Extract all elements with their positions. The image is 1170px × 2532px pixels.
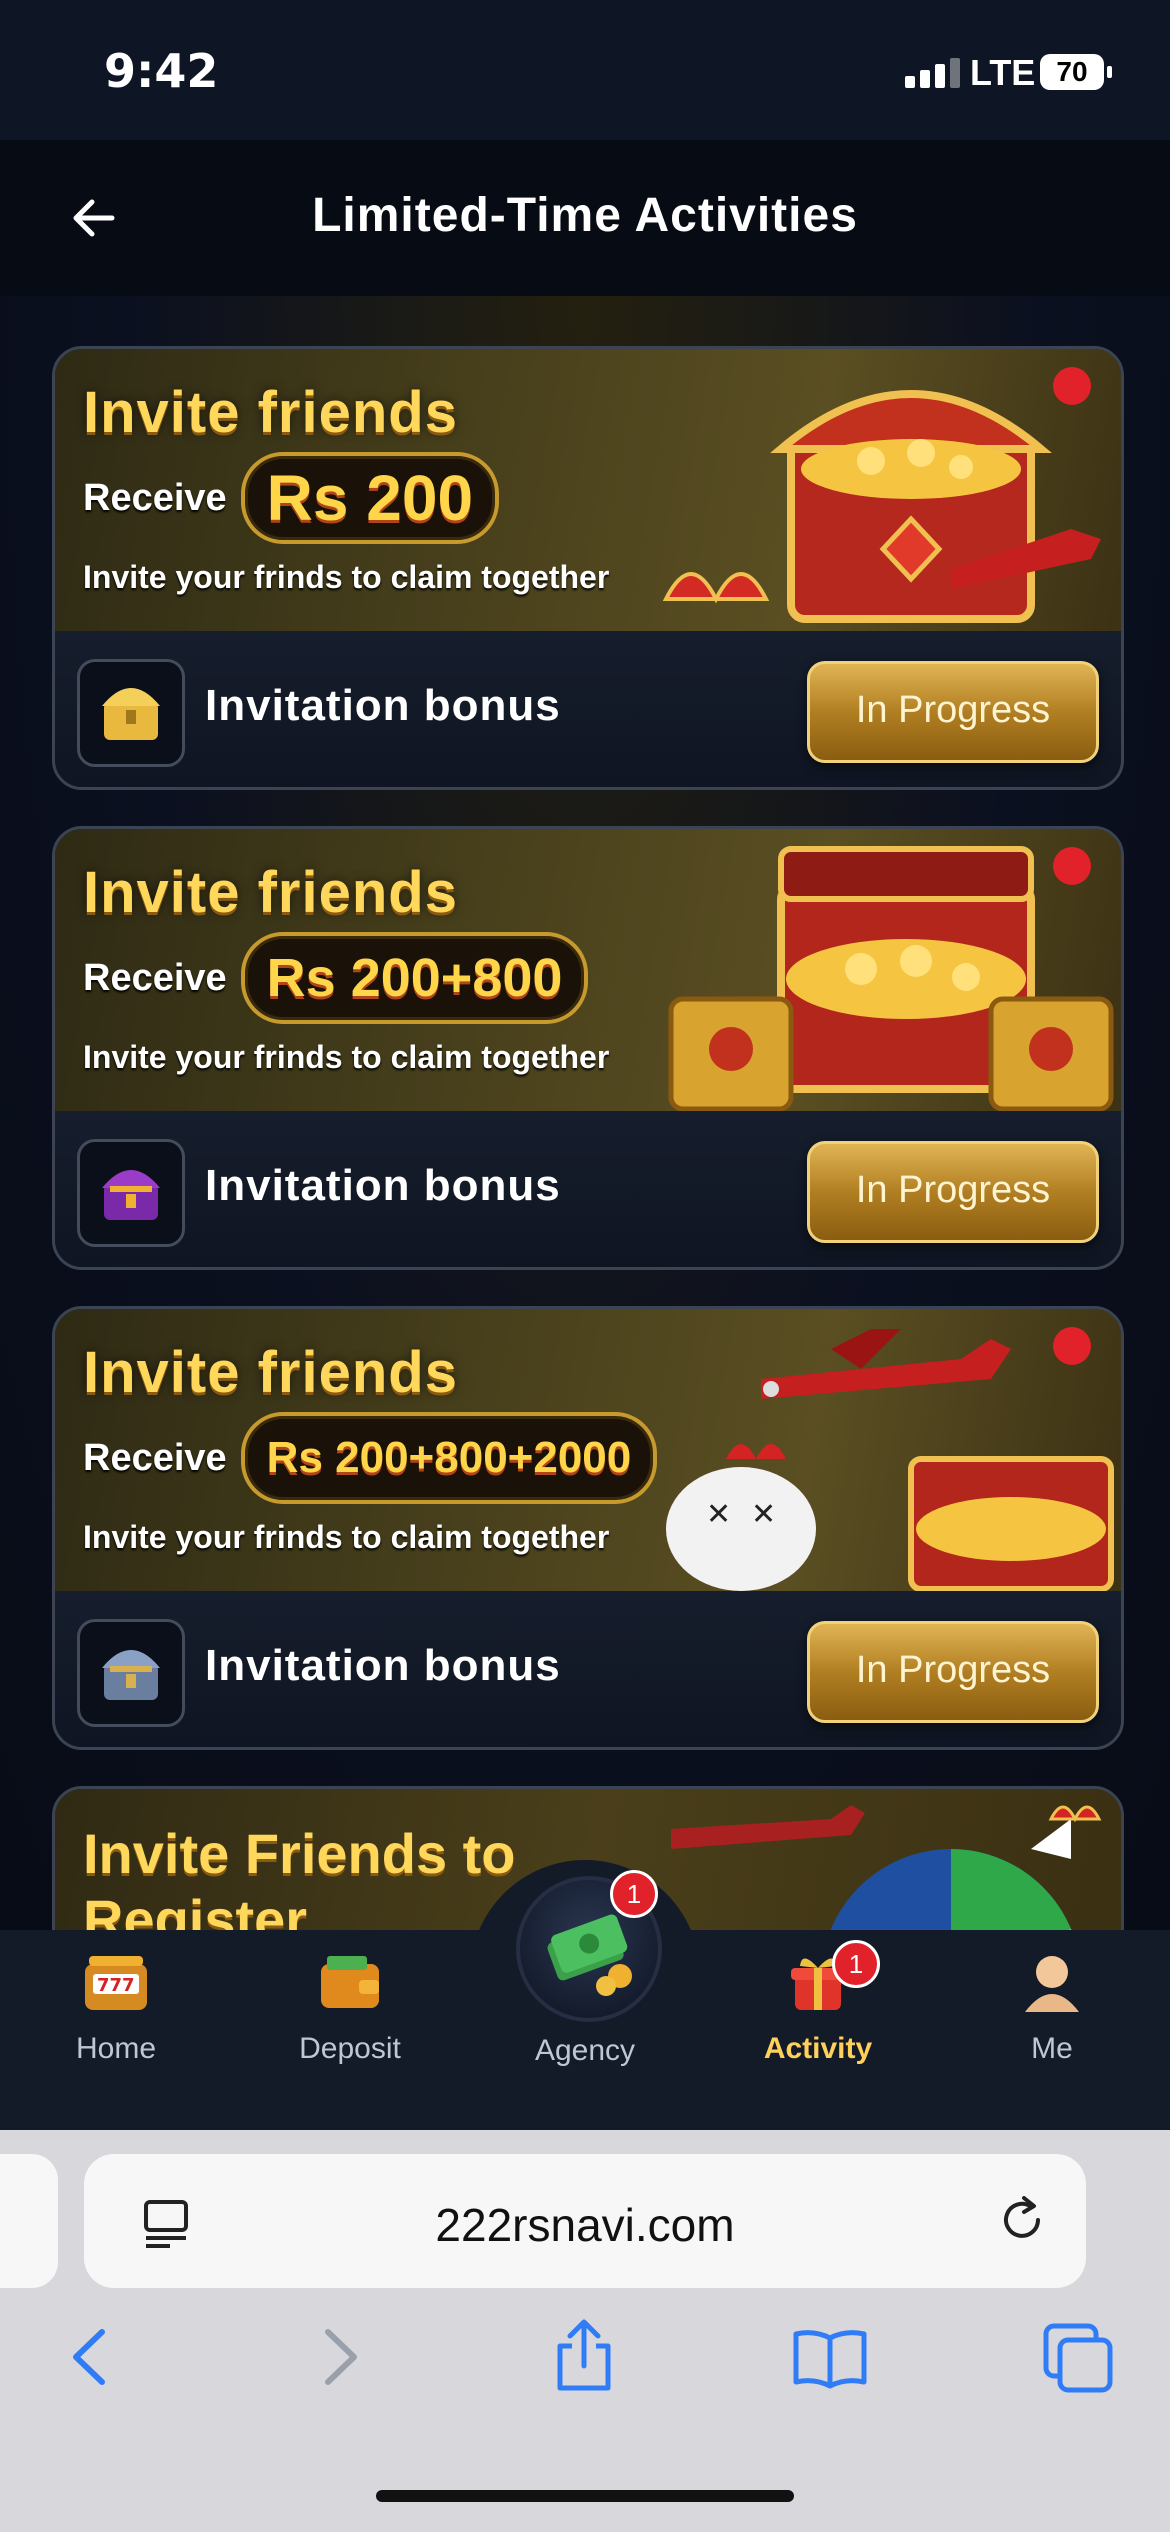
in-progress-button[interactable]: In Progress (807, 1621, 1099, 1723)
browser-back-icon[interactable] (62, 2322, 118, 2392)
url-text: 222rsnavi.com (435, 2199, 735, 2251)
banner-subtitle: Invite your frinds to claim together (83, 559, 610, 595)
reward-amount: Rs 200+800+2000 (266, 1433, 632, 1482)
receive-label: Receive (83, 1436, 227, 1479)
tab-label: Home (75, 2032, 157, 2065)
in-progress-button[interactable]: In Progress (807, 661, 1099, 763)
wallet-icon (321, 1956, 379, 2008)
activity-card[interactable]: Invite friends Receive Rs 200 Invite you… (52, 346, 1124, 790)
agency-badge: 1 (610, 1870, 658, 1918)
activity-card[interactable]: Invite friends Receive Rs 200+800 Invite… (52, 826, 1124, 1270)
in-progress-button[interactable]: In Progress (807, 1141, 1099, 1243)
share-icon[interactable] (548, 2316, 620, 2396)
svg-text:777: 777 (97, 1975, 135, 1996)
svg-text:✕: ✕ (706, 1497, 731, 1532)
reward-amount-pill: Rs 200 (240, 452, 500, 544)
banner-title: Invite friends (83, 860, 458, 925)
tab-activity[interactable]: Activity (728, 1950, 908, 2066)
tab-label: Activity (763, 2032, 873, 2065)
reward-amount-pill: Rs 200+800 (240, 932, 589, 1024)
reward-amount-pill: Rs 200+800+2000 (240, 1412, 658, 1504)
activity-banner[interactable]: Invite friends Receive Rs 200+800 Invite… (55, 829, 1121, 1111)
treasure-chest-illustration (662, 390, 1101, 623)
network-label: LTE (970, 52, 1036, 93)
home-indicator (376, 2490, 794, 2502)
purple-chest-icon (77, 1139, 185, 1247)
status-time: 9:42 (104, 44, 219, 98)
bonus-label: Invitation bonus (205, 681, 561, 730)
activity-card[interactable]: Invite friends Receive Rs 200+800+2000 I… (52, 1306, 1124, 1750)
gold-chest-icon (77, 659, 185, 767)
notification-dot (1053, 367, 1091, 405)
tab-deposit[interactable]: Deposit (260, 1950, 440, 2066)
banner-title: Invite friends (83, 380, 458, 445)
activity-banner[interactable]: Invite friends Receive Rs 200 Invite you… (55, 349, 1121, 631)
banner-subtitle: Invite your frinds to claim together (83, 1039, 610, 1075)
tab-me[interactable]: Me (962, 1950, 1142, 2066)
bonus-label: Invitation bonus (205, 1641, 561, 1690)
address-bar[interactable]: 222rsnavi.com (84, 2154, 1086, 2288)
slot-machine-icon: 777 (85, 1956, 147, 2010)
page-header: Limited-Time Activities (0, 140, 1170, 296)
tab-home[interactable]: 777 Home (26, 1950, 206, 2066)
notification-dot (1053, 1327, 1091, 1365)
status-bar: 9:42 LTE 70 (0, 0, 1170, 140)
treasure-chest-illustration (668, 846, 1114, 1111)
person-icon (1025, 1956, 1079, 2012)
bonus-label: Invitation bonus (205, 1161, 561, 1210)
reload-icon[interactable] (994, 2192, 1050, 2248)
bookmarks-icon[interactable] (790, 2326, 870, 2390)
silver-chest-icon (77, 1619, 185, 1727)
activities-list[interactable]: Invite friends Receive Rs 200 Invite you… (0, 296, 1170, 1930)
reward-amount: Rs 200+800 (266, 948, 563, 1008)
battery-icon: 70 (1040, 54, 1112, 90)
wheel-plane-illustration (671, 1805, 1102, 1930)
tabs-icon[interactable] (1040, 2320, 1116, 2396)
tab-label: Deposit (299, 2032, 401, 2065)
receive-label: Receive (83, 956, 227, 999)
banner-subtitle: Invite your frinds to claim together (83, 1519, 610, 1555)
tab-label: Me (1031, 2032, 1073, 2065)
signal-icon (905, 58, 965, 88)
banner-title: Invite friends (83, 1340, 458, 1405)
browser-forward-icon[interactable] (312, 2322, 368, 2392)
notification-dot (1053, 847, 1091, 885)
tab-label: Agency (534, 2034, 636, 2067)
svg-text:✕: ✕ (751, 1497, 776, 1532)
chicken-plane-illustration: ✕ ✕ (666, 1329, 1114, 1591)
activity-badge: 1 (832, 1940, 880, 1988)
activity-banner[interactable]: Invite friends Receive Rs 200+800+2000 I… (55, 1309, 1121, 1591)
previous-tab-preview[interactable] (0, 2154, 58, 2288)
reward-amount: Rs 200 (266, 462, 474, 534)
receive-label: Receive (83, 476, 227, 519)
page-title: Limited-Time Activities (312, 189, 858, 242)
